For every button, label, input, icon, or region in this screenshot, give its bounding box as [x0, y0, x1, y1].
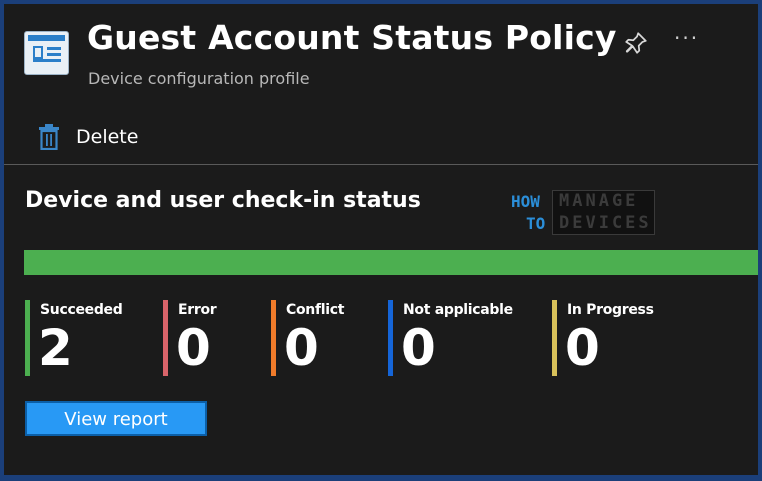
profile-config-icon: [24, 31, 69, 75]
view-report-button[interactable]: View report: [25, 401, 207, 436]
logo-text-manage: MANAGE: [559, 191, 639, 211]
stat-accent-in-progress: [552, 300, 557, 376]
logo-text-devices: DEVICES: [559, 213, 652, 233]
logo-text-to: TO: [526, 214, 546, 233]
watermark-logo: HOW TO MANAGE DEVICES: [511, 187, 656, 237]
stat-value: 2: [38, 319, 73, 377]
pin-icon[interactable]: [623, 30, 649, 56]
stat-value: 0: [565, 319, 600, 377]
page-title: Guest Account Status Policy: [87, 18, 617, 57]
stat-accent-error: [163, 300, 168, 376]
page-subtitle: Device configuration profile: [88, 69, 310, 88]
page-header: Guest Account Status Policy Device confi…: [4, 4, 758, 104]
stat-value: 0: [176, 319, 211, 377]
stat-label: In Progress: [567, 302, 654, 318]
more-options-icon[interactable]: ···: [674, 26, 699, 50]
delete-label: Delete: [76, 126, 139, 148]
stat-accent-succeeded: [25, 300, 30, 376]
stat-label: Error: [178, 302, 217, 318]
logo-text-how: HOW: [511, 192, 540, 211]
stat-label: Conflict: [286, 302, 345, 318]
stat-accent-conflict: [271, 300, 276, 376]
delete-button[interactable]: Delete: [38, 120, 138, 154]
stat-value: 0: [284, 319, 319, 377]
stat-value: 0: [401, 319, 436, 377]
app-frame: Guest Account Status Policy Device confi…: [4, 4, 758, 475]
status-progress-bar: [24, 250, 758, 275]
trash-icon: [39, 124, 59, 150]
stat-accent-not-applicable: [388, 300, 393, 376]
section-title: Device and user check-in status: [25, 188, 421, 213]
stat-label: Succeeded: [40, 302, 123, 318]
divider: [4, 164, 758, 165]
command-bar: Delete: [4, 114, 758, 164]
stat-label: Not applicable: [403, 302, 513, 318]
progress-fill-succeeded: [24, 250, 758, 275]
